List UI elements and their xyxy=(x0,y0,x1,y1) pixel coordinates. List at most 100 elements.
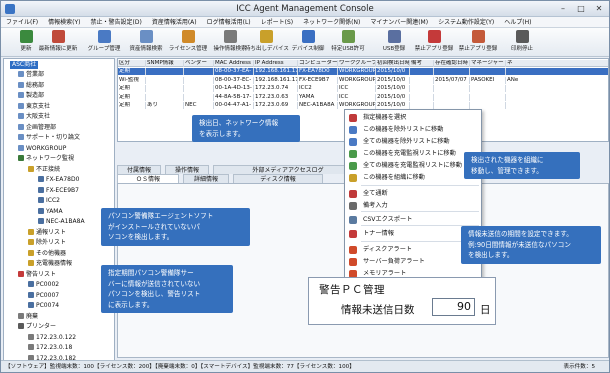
tree-node-icon xyxy=(28,281,34,287)
subtab[interactable]: 詳細情報 xyxy=(183,174,229,183)
maximize-button[interactable]: □ xyxy=(573,3,589,14)
table-cell xyxy=(184,68,214,75)
table-cell: あり xyxy=(146,102,184,109)
tree-item[interactable]: FX-ECE9B7 xyxy=(38,186,79,195)
menu-item[interactable]: ネットワーク関係(N) xyxy=(298,17,365,28)
menu-item[interactable]: ヘルプ(H) xyxy=(499,17,536,28)
toolbar-label: デバイス制御 xyxy=(291,46,325,52)
tree-item[interactable]: ネットワーク監視 xyxy=(18,155,74,163)
table-header[interactable]: 区分 SNMP情報 ベンダー MAC Address IP Address コンピューター… xyxy=(118,60,608,67)
tree-item[interactable]: 172.23.0.18 xyxy=(28,344,72,352)
close-button[interactable]: ✕ xyxy=(591,3,607,14)
tree-node-icon xyxy=(28,239,34,245)
table-cell: WORKGROUP xyxy=(339,76,376,84)
toolbar-button-7[interactable]: デバイス制御 xyxy=(287,30,329,56)
context-menu-item[interactable]: 全ての機器を充電監視リストに移動 xyxy=(345,160,481,171)
tree-item-label: 企画管理部 xyxy=(26,123,57,131)
minimize-button[interactable]: – xyxy=(555,3,571,14)
tree-item[interactable]: YAMA xyxy=(38,207,63,216)
tree-item[interactable]: NEC-A1BA8A xyxy=(38,218,85,226)
usb-register-icon xyxy=(387,30,401,43)
tree-item[interactable]: サポート・切り論文 xyxy=(18,134,80,142)
context-menu-item[interactable]: 指定機器を選択 xyxy=(345,112,481,123)
toolbar-label: 特定USB許可 xyxy=(331,46,365,52)
tab[interactable]: 外部メディアアクセスログ xyxy=(213,165,363,174)
tree-item[interactable]: 総務部 xyxy=(18,81,44,90)
tree-item[interactable]: 不正接続 xyxy=(28,165,60,174)
tree-item[interactable]: 大阪支社 xyxy=(18,113,50,121)
table-cell: コンピューター名 xyxy=(299,60,338,67)
toolbar-button-10[interactable]: 禁止アプリ登録 xyxy=(413,30,455,56)
context-menu-item[interactable]: この機器を組織に移動 xyxy=(345,172,481,183)
tree-item[interactable]: PC0002 xyxy=(28,281,59,289)
menu-item[interactable]: ファイル(F) xyxy=(1,17,43,28)
context-menu-item[interactable]: 全て通断 xyxy=(345,188,481,199)
tab[interactable]: 付属情報 xyxy=(117,165,161,174)
toolbar-button-6[interactable]: 持ち出しデバイス xyxy=(245,30,289,56)
tree-item[interactable]: 除外リスト xyxy=(28,239,66,247)
table-row[interactable]: 定期 08-00-37-EA- 192.168.161.176 FX-EA78D0 WO… xyxy=(118,68,608,75)
table-row[interactable]: 定期 44-8A-5B-17- 172.23.0.63 YAMA ICC 2015/10/… xyxy=(118,93,608,101)
tree-item[interactable]: PC0074 xyxy=(28,302,59,310)
tree-item-label: ネットワーク監視 xyxy=(26,155,75,162)
tree-item[interactable]: 営業部 xyxy=(18,71,44,79)
tree-item[interactable]: FX-EA78D0 xyxy=(38,176,79,184)
disk-alert-icon xyxy=(349,246,357,254)
toolbar-button-3[interactable]: 資産情報検索 xyxy=(125,30,167,56)
context-menu-item[interactable]: この機器を除外リストに移動 xyxy=(345,124,481,135)
toolbar-button-12[interactable]: 印刷停止 xyxy=(501,30,543,56)
menu-item[interactable]: 資産情報活用(A) xyxy=(147,17,202,28)
table-cell xyxy=(184,85,214,92)
toolbar-button-11[interactable]: 禁止アプリ登録 xyxy=(457,30,499,56)
context-menu-item[interactable]: CSVエクスポート xyxy=(345,214,481,225)
table-row[interactable]: 定期 00-1A-4D-13- 172.23.0.74 ICC2 ICC 2015/10/… xyxy=(118,85,608,92)
tree-item[interactable]: 172.23.0.122 xyxy=(28,333,76,342)
table-row[interactable]: Wi-監視 08-00-37-EC- 192.168.161.17 FX-ECE9B7… xyxy=(118,76,608,84)
toolbar-button-9[interactable]: USB登録 xyxy=(373,30,415,56)
menu-item[interactable]: 情報検索(Y) xyxy=(43,17,85,28)
table-cell xyxy=(506,94,608,101)
organization-tree[interactable]: ASC商社営業部総務部製造部東京支社大阪支社企画管理部サポート・切り論文 WORK… xyxy=(3,58,115,361)
block-app-list-icon xyxy=(471,30,485,43)
csv-icon xyxy=(349,216,357,224)
table-cell xyxy=(146,85,184,92)
unsent-days-unit: 日 xyxy=(480,304,491,316)
toolbar-button-2[interactable]: グループ管理 xyxy=(83,30,125,56)
toolbar-button-4[interactable]: ライセンス管理 xyxy=(167,30,209,56)
group-icon xyxy=(97,30,111,43)
tree-item[interactable]: 通報リスト xyxy=(28,228,66,237)
tree-item[interactable]: 東京支社 xyxy=(18,102,50,111)
tree-node-icon xyxy=(28,344,34,350)
table-cell: WORKGROUP xyxy=(339,102,376,109)
context-menu-item[interactable]: 備考入力 xyxy=(345,200,481,211)
tree-item[interactable]: WORKGROUP xyxy=(18,144,66,153)
tree-item[interactable]: その他機器 xyxy=(28,249,66,258)
tree-item[interactable]: PC0007 xyxy=(28,291,59,300)
tree-item[interactable]: 廃棄 xyxy=(18,312,38,321)
tree-item-label: PC0002 xyxy=(36,281,60,288)
toolbar-button-8[interactable]: 特定USB許可 xyxy=(327,30,369,56)
context-menu-label: 全ての機器を除外リストに移動 xyxy=(363,138,450,145)
tree-item[interactable]: 企画管理部 xyxy=(18,123,57,132)
toolbar-button-1[interactable]: 最新情報に更新 xyxy=(37,30,79,56)
menu-item[interactable]: マイナンバー関連(M) xyxy=(365,17,433,28)
context-menu-item[interactable]: この機器を充電監視リストに移動 xyxy=(345,148,481,159)
tree-item[interactable]: プリンター xyxy=(18,323,56,331)
context-menu-label: この機器を除外リストに移動 xyxy=(363,126,444,133)
unsent-days-input[interactable]: 90 xyxy=(432,298,475,316)
tree-root[interactable]: ASC商社 xyxy=(10,61,39,69)
subtab[interactable]: ＯＳ情報 xyxy=(117,174,179,183)
tree-item[interactable]: ICC2 xyxy=(38,197,60,205)
table-cell: 2015/10/0 xyxy=(376,76,410,84)
tree-item[interactable]: 製造部 xyxy=(18,92,44,100)
menu-item[interactable]: ログ情報活用(L) xyxy=(202,17,256,28)
subtab[interactable]: ディスク情報 xyxy=(233,174,323,183)
context-menu-item[interactable]: 全ての機器を除外リストに移動 xyxy=(345,136,481,147)
tree-item[interactable]: 警告リスト xyxy=(18,270,56,279)
table-row[interactable]: 定期 あり NEC 00-04-47-A1- 172.23.0.69 NEC-A1BA8A… xyxy=(118,102,608,109)
tree-item[interactable]: 充電機器情報 xyxy=(28,260,72,268)
menu-item[interactable]: システム動作設定(Y) xyxy=(433,17,499,28)
tab[interactable]: 操作情報 xyxy=(165,165,209,174)
menu-item[interactable]: 禁止・警告設定(D) xyxy=(86,17,147,28)
menu-item[interactable]: レポート(S) xyxy=(256,17,299,28)
